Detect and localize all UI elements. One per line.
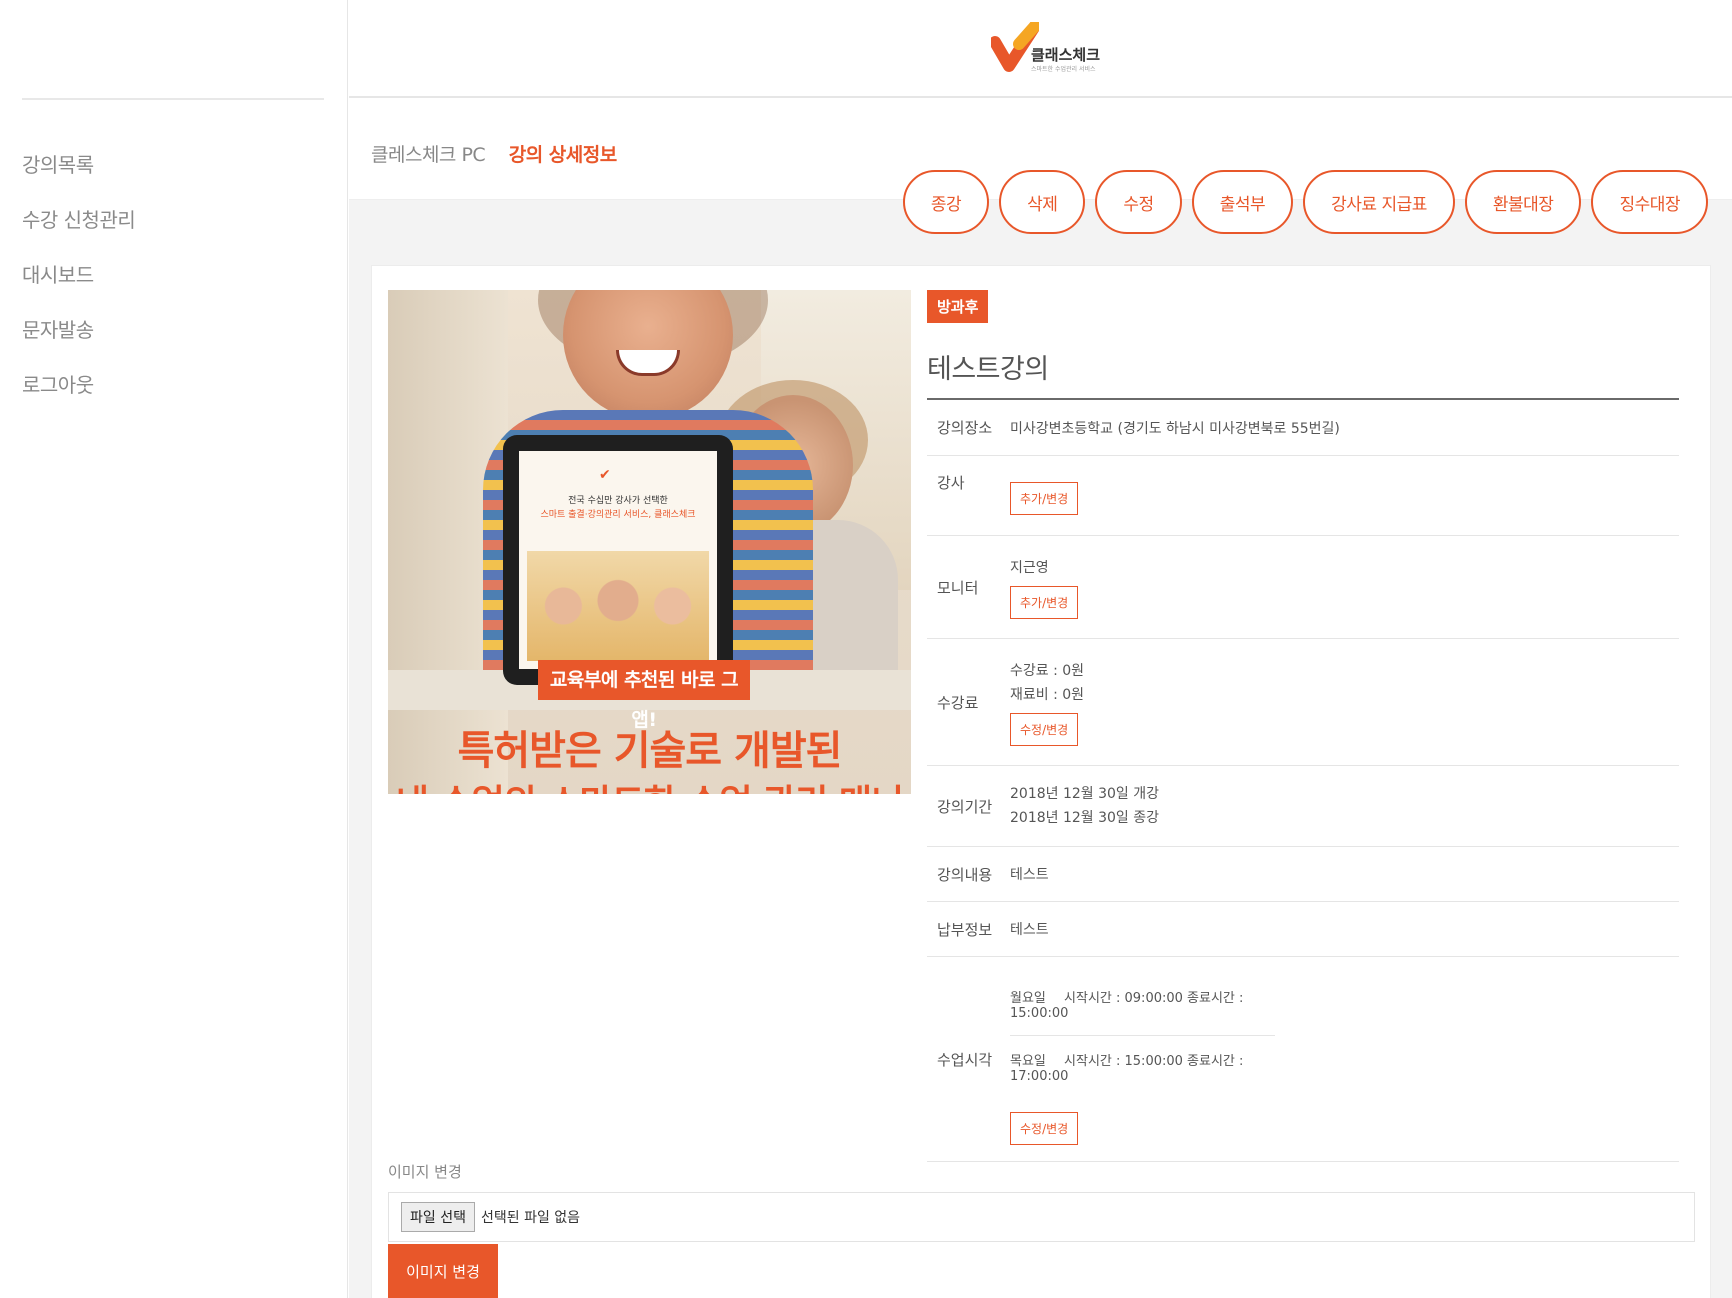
collection-ledger-button[interactable]: 징수대장 <box>1591 170 1708 234</box>
promo-headline: 특허받은 기술로 개발된 <box>457 728 843 774</box>
fee-tuition: 수강료 : 0원 <box>1010 662 1085 679</box>
fee-material: 재료비 : 0원 <box>1010 686 1085 703</box>
row-period: 강의기간 2018년 12월 30일 개강 2018년 12월 30일 종강 <box>927 766 1679 847</box>
schedule-day: 목요일 <box>1010 1054 1046 1069</box>
header: 클래스체크 스마트한 수업관리 서비스 <box>349 0 1732 98</box>
sidebar-item-sms[interactable]: 문자발송 <box>22 315 135 370</box>
sidebar-item-dashboard[interactable]: 대시보드 <box>22 260 135 315</box>
period-end: 2018년 12월 30일 종강 <box>1010 810 1160 826</box>
schedule-day: 월요일 <box>1010 991 1046 1006</box>
row-instructor: 강사 추가/변경 <box>927 456 1679 536</box>
content-value: 테스트 <box>1010 867 1049 883</box>
course-title: 테스트강의 <box>927 347 1679 400</box>
breadcrumb-root[interactable]: 클레스체크 PC <box>371 144 486 166</box>
row-fee: 수강료 수강료 : 0원 재료비 : 0원 수정/변경 <box>927 639 1679 766</box>
period-label: 강의기간 <box>937 797 993 816</box>
sidebar: 강의목록 수강 신청관리 대시보드 문자발송 로그아웃 <box>0 0 348 1298</box>
breadcrumb: 클레스체크 PC 강의 상세정보 <box>371 140 617 167</box>
sidebar-item-logout[interactable]: 로그아웃 <box>22 370 135 425</box>
tablet-check-icon: ✔ <box>599 467 611 483</box>
breadcrumb-current: 강의 상세정보 <box>508 144 618 166</box>
logo-text: 클래스체크 <box>1031 46 1101 64</box>
image-change-button[interactable]: 이미지 변경 <box>388 1244 498 1298</box>
file-input[interactable]: 파일 선택 선택된 파일 없음 <box>388 1192 1695 1242</box>
location-label: 강의장소 <box>937 419 993 437</box>
schedule-label: 수업시각 <box>937 1050 993 1069</box>
instructor-edit-button[interactable]: 추가/변경 <box>1010 482 1079 515</box>
promo-subline: 내 수업의 스마트한 수업 관리 매니저 <box>388 774 911 794</box>
edit-button[interactable]: 수정 <box>1095 170 1182 234</box>
logo-subtitle: 스마트한 수업관리 서비스 <box>1031 66 1096 73</box>
row-location: 강의장소 미사강변초등학교 (경기도 하남시 미사강변북로 55번길) <box>927 400 1679 456</box>
instructor-pay-button[interactable]: 강사료 지급표 <box>1303 170 1455 234</box>
course-image: ✔ 전국 수십만 강사가 선택한 스마트 출결·강의관리 서비스, 클래스체크 … <box>388 290 911 794</box>
schedule-edit-button[interactable]: 수정/변경 <box>1010 1112 1079 1145</box>
promo-banner: 교육부에 추천된 바로 그 앱! <box>538 660 750 731</box>
logo[interactable]: 클래스체크 스마트한 수업관리 서비스 <box>989 20 1101 76</box>
fee-edit-button[interactable]: 수정/변경 <box>1010 712 1079 746</box>
file-status: 선택된 파일 없음 <box>480 1210 581 1226</box>
tablet-device: ✔ 전국 수십만 강사가 선택한 스마트 출결·강의관리 서비스, 클래스체크 <box>503 435 733 685</box>
attendance-button[interactable]: 출석부 <box>1191 170 1294 234</box>
file-select-button[interactable]: 파일 선택 <box>401 1202 475 1232</box>
monitor-name: 지근영 <box>1010 559 1049 576</box>
schedule-item: 월요일 시작시간 : 09:00:00 종료시간 : 15:00:00 <box>1010 973 1275 1036</box>
monitor-label: 모니터 <box>937 578 979 597</box>
end-course-button[interactable]: 종강 <box>902 170 990 234</box>
schedule-item: 목요일 시작시간 : 15:00:00 종료시간 : 17:00:00 <box>1010 1036 1275 1098</box>
tablet-photo <box>527 551 709 661</box>
sidebar-menu: 강의목록 수강 신청관리 대시보드 문자발송 로그아웃 <box>22 150 136 425</box>
sidebar-item-course-list[interactable]: 강의목록 <box>22 150 135 205</box>
tablet-text-1: 전국 수십만 강사가 선택한 <box>568 496 668 506</box>
course-detail: 방과후 테스트강의 강의장소 미사강변초등학교 (경기도 하남시 미사강변북로 … <box>927 290 1679 1162</box>
tablet-text-2: 스마트 출결·강의관리 서비스, 클래스체크 <box>540 510 696 520</box>
row-content: 강의내용 테스트 <box>927 847 1679 902</box>
row-schedule: 수업시각 월요일 시작시간 : 09:00:00 종료시간 : 15:00:00… <box>927 957 1679 1162</box>
fee-label: 수강료 <box>937 693 979 712</box>
location-value: 미사강변초등학교 (경기도 하남시 미사강변북로 55번길) <box>1010 420 1340 437</box>
instructor-label: 강사 <box>937 474 965 492</box>
row-monitor: 모니터 지근영 추가/변경 <box>927 536 1679 639</box>
sidebar-divider <box>22 98 324 100</box>
category-badge: 방과후 <box>927 290 989 323</box>
delete-button[interactable]: 삭제 <box>999 170 1086 234</box>
payment-label: 납부정보 <box>937 920 993 939</box>
monitor-edit-button[interactable]: 추가/변경 <box>1010 585 1079 619</box>
sidebar-item-enrollment[interactable]: 수강 신청관리 <box>22 205 136 260</box>
tablet-screen: ✔ 전국 수십만 강사가 선택한 스마트 출결·강의관리 서비스, 클래스체크 <box>519 451 717 669</box>
payment-value: 테스트 <box>1010 922 1049 938</box>
action-buttons: 종강 삭제 수정 출석부 강사료 지급표 환불대장 징수대장 <box>902 170 1708 234</box>
image-change-label: 이미지 변경 <box>388 1163 462 1181</box>
refund-ledger-button[interactable]: 환불대장 <box>1464 170 1582 234</box>
row-payment: 납부정보 테스트 <box>927 902 1679 957</box>
period-start: 2018년 12월 30일 개강 <box>1010 786 1160 802</box>
content-label: 강의내용 <box>937 865 993 884</box>
